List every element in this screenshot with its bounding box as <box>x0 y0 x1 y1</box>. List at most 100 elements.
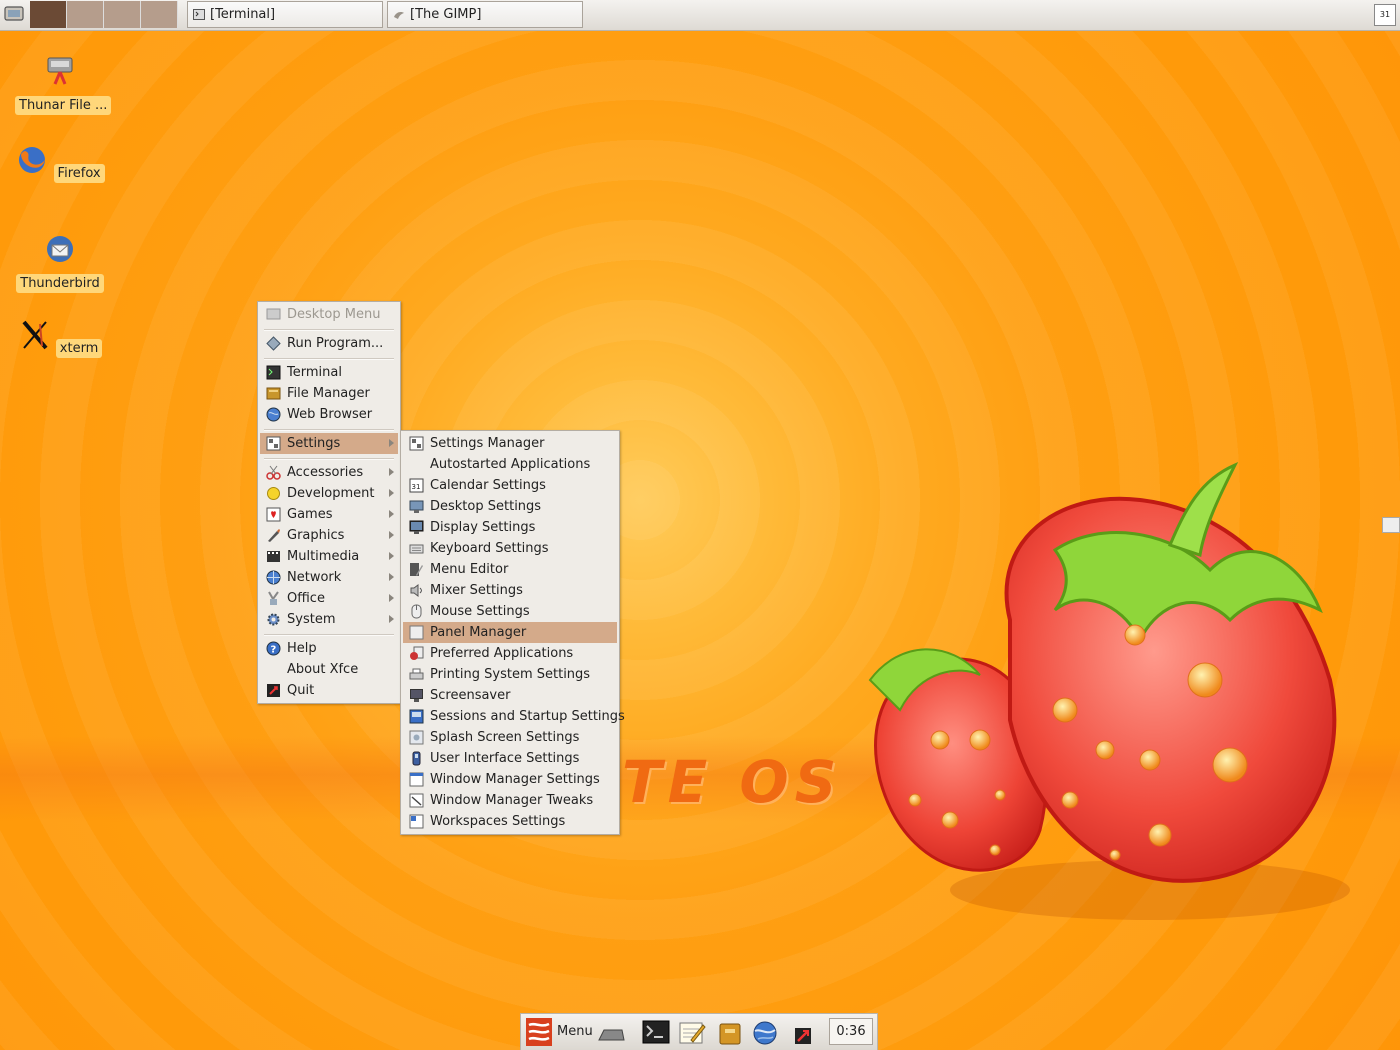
menu-item-web-browser[interactable]: Web Browser <box>260 404 398 425</box>
user-interface-icon <box>412 751 421 766</box>
settings-submenu: Settings Manager Autostarted Application… <box>400 430 625 835</box>
menu-item-printing-system-settings[interactable]: Printing System Settings <box>403 664 617 685</box>
gimp-task-icon <box>394 12 404 19</box>
menu-item-user-interface-settings[interactable]: User Interface Settings <box>403 748 617 769</box>
menu-item-about-xfce[interactable]: About Xfce <box>260 659 398 680</box>
desktop-switch-icon[interactable] <box>3 4 25 24</box>
menu-item-quit[interactable]: Quit <box>260 680 398 701</box>
desktop-edge-handle[interactable] <box>1382 517 1400 533</box>
menu-item-terminal[interactable]: Terminal <box>260 362 398 383</box>
desktop-icon-thunar[interactable]: Thunar File ... <box>15 54 112 115</box>
accessories-icon <box>266 465 281 480</box>
desktop-icon-label: xterm <box>55 339 103 358</box>
menu-item-splash-screen-settings[interactable]: Splash Screen Settings <box>403 727 617 748</box>
submenu-arrow-icon <box>389 615 394 623</box>
menu-item-settings[interactable]: Settings <box>260 433 398 454</box>
terminal-launcher-icon[interactable] <box>641 1020 671 1046</box>
panel-manager-icon <box>409 625 424 640</box>
menu-item-window-manager-tweaks[interactable]: Window Manager Tweaks <box>403 790 617 811</box>
text-editor-launcher-icon[interactable] <box>677 1020 707 1046</box>
calendar-icon: 31 <box>409 478 424 493</box>
calendar-icon[interactable]: 31 <box>1374 4 1396 26</box>
strawberry-artwork <box>868 462 1350 920</box>
menu-item-keyboard-settings[interactable]: Keyboard Settings <box>403 538 617 559</box>
menu-item-mixer-settings[interactable]: Mixer Settings <box>403 580 617 601</box>
menu-item-window-manager-settings[interactable]: Window Manager Settings <box>403 769 617 790</box>
web-browser-icon <box>266 407 281 422</box>
desktop-menu-title-icon <box>266 308 281 320</box>
window-manager-tweaks-icon <box>409 793 424 808</box>
preferred-applications-icon <box>410 646 424 660</box>
show-desktop-icon[interactable] <box>596 1020 626 1046</box>
workspace-4[interactable] <box>141 1 178 28</box>
menu-item-workspaces-settings[interactable]: Workspaces Settings <box>403 811 617 832</box>
menu-item-development[interactable]: Development <box>260 483 398 504</box>
svg-text:?: ? <box>271 645 277 656</box>
menu-separator <box>264 429 394 431</box>
printer-icon <box>409 668 424 680</box>
applications-menu-button[interactable]: Menu <box>525 1017 595 1046</box>
menu-item-system[interactable]: System <box>260 609 398 630</box>
web-browser-launcher-icon[interactable] <box>751 1020 781 1046</box>
workspace-2[interactable] <box>67 1 104 28</box>
menu-item-help[interactable]: ? Help <box>260 638 398 659</box>
multimedia-icon <box>267 551 280 562</box>
menu-item-menu-editor[interactable]: Menu Editor <box>403 559 617 580</box>
desktop-icon-label: Thunderbird <box>16 274 104 293</box>
settings-icon <box>266 436 281 451</box>
menu-item-autostarted-applications[interactable]: Autostarted Applications <box>403 454 617 475</box>
menu-separator <box>264 458 394 460</box>
menu-item-games[interactable]: Games <box>260 504 398 525</box>
desktop-icon-firefox[interactable]: Firefox <box>15 143 105 183</box>
workspaces-icon <box>409 814 424 829</box>
task-terminal-label: [Terminal] <box>210 7 276 22</box>
office-icon <box>268 591 279 605</box>
desktop-icon-xterm[interactable]: xterm <box>15 318 105 358</box>
file-manager-launcher-icon[interactable] <box>716 1020 746 1046</box>
menu-item-multimedia[interactable]: Multimedia <box>260 546 398 567</box>
system-icon <box>267 613 280 626</box>
submenu-arrow-icon <box>389 531 394 539</box>
menu-separator <box>264 358 394 360</box>
file-manager-icon <box>47 57 73 85</box>
quit-icon <box>267 684 280 697</box>
menu-item-accessories[interactable]: Accessories <box>260 462 398 483</box>
top-panel: [Terminal] [The GIMP] 31 <box>0 0 1400 31</box>
desktop-settings-icon <box>409 500 424 513</box>
menu-item-office[interactable]: Office <box>260 588 398 609</box>
menu-item-graphics[interactable]: Graphics <box>260 525 398 546</box>
workspace-1[interactable] <box>30 1 67 28</box>
menu-item-preferred-applications[interactable]: Preferred Applications <box>403 643 617 664</box>
quit-launcher-icon[interactable] <box>793 1023 813 1049</box>
xterm-icon <box>22 320 48 350</box>
menu-separator <box>264 634 394 636</box>
menu-item-network[interactable]: Network <box>260 567 398 588</box>
menu-item-screensaver[interactable]: Screensaver <box>403 685 617 706</box>
task-terminal[interactable]: [Terminal] <box>187 1 383 28</box>
menu-item-settings-manager[interactable]: Settings Manager <box>403 433 617 454</box>
submenu-arrow-icon <box>389 439 394 447</box>
menu-item-mouse-settings[interactable]: Mouse Settings <box>403 601 617 622</box>
menu-item-file-manager[interactable]: File Manager <box>260 383 398 404</box>
menu-item-panel-manager[interactable]: Panel Manager <box>403 622 617 643</box>
menu-item-calendar-settings[interactable]: 31 Calendar Settings <box>403 475 617 496</box>
menu-item-run-program[interactable]: Run Program... <box>260 333 398 354</box>
display-icon <box>409 520 424 534</box>
menu-item-display-settings[interactable]: Display Settings <box>403 517 617 538</box>
task-gimp[interactable]: [The GIMP] <box>387 1 583 28</box>
menu-item-sessions-and-startup[interactable]: Sessions and Startup Settings <box>403 706 625 727</box>
panel-clock[interactable]: 0:36 <box>829 1018 873 1045</box>
desktop-icon-thunderbird[interactable]: Thunderbird <box>15 232 105 293</box>
splash-screen-icon <box>409 730 424 745</box>
firefox-icon <box>19 147 46 173</box>
submenu-arrow-icon <box>389 552 394 560</box>
menu-item-desktop-settings[interactable]: Desktop Settings <box>403 496 617 517</box>
desktop-icon-label: Thunar File ... <box>15 96 112 115</box>
workspace-3[interactable] <box>104 1 141 28</box>
menu-button-label: Menu <box>557 1024 593 1039</box>
xfce-menu-icon <box>526 1018 552 1046</box>
bottom-panel: Menu 0:36 <box>520 1013 878 1050</box>
mouse-icon <box>411 604 422 619</box>
terminal-icon <box>266 365 281 380</box>
thunderbird-icon <box>47 236 73 262</box>
